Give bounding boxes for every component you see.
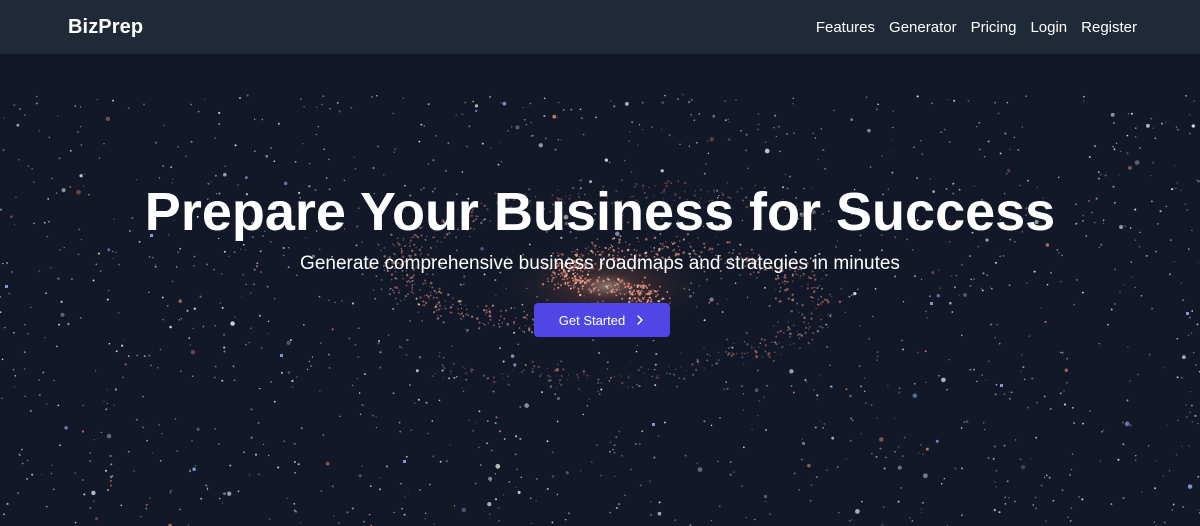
get-started-button[interactable]: Get Started	[534, 303, 670, 337]
brand-logo[interactable]: BizPrep	[68, 16, 143, 39]
nav-link-pricing[interactable]: Pricing	[971, 19, 1017, 36]
chevron-right-icon	[635, 314, 645, 326]
navbar: BizPrep Features Generator Pricing Login…	[0, 0, 1200, 54]
get-started-label: Get Started	[558, 312, 626, 328]
nav-link-login[interactable]: Login	[1030, 19, 1067, 36]
hero-title: Prepare Your Business for Success	[144, 182, 1056, 242]
hero-section: Prepare Your Business for Success Genera…	[0, 54, 1200, 526]
nav-link-generator[interactable]: Generator	[889, 19, 957, 36]
hero-content: Prepare Your Business for Success Genera…	[0, 54, 1200, 526]
nav-links: Features Generator Pricing Login Registe…	[816, 19, 1137, 36]
hero-subtitle: Generate comprehensive business roadmaps…	[300, 253, 900, 274]
nav-link-register[interactable]: Register	[1081, 19, 1137, 36]
nav-link-features[interactable]: Features	[816, 19, 875, 36]
